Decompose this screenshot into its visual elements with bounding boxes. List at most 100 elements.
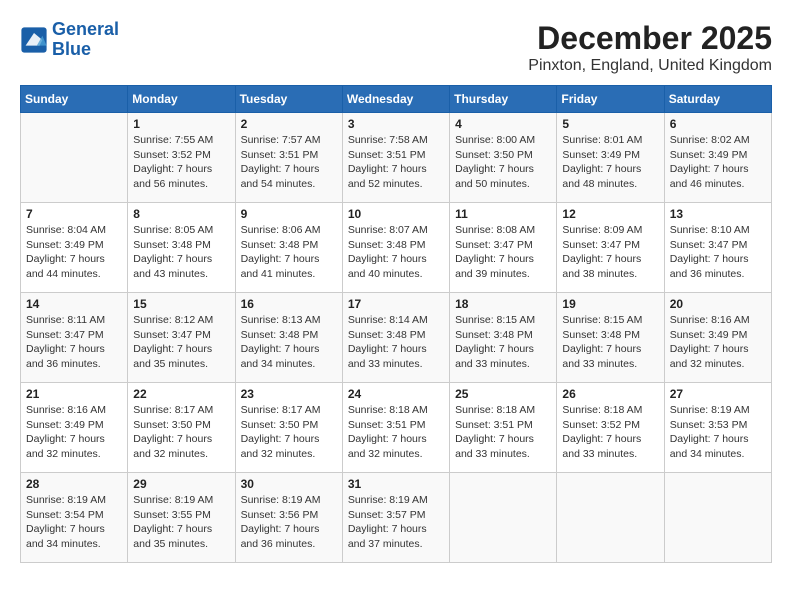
week-row-1: 1 Sunrise: 7:55 AM Sunset: 3:52 PM Daylig… xyxy=(21,113,772,203)
day-info: Sunrise: 8:06 AM Sunset: 3:48 PM Dayligh… xyxy=(241,223,337,282)
title-block: December 2025 Pinxton, England, United K… xyxy=(528,20,772,75)
day-info: Sunrise: 8:08 AM Sunset: 3:47 PM Dayligh… xyxy=(455,223,551,282)
calendar-cell: 18 Sunrise: 8:15 AM Sunset: 3:48 PM Dayli… xyxy=(450,293,557,383)
calendar-cell: 25Sunrise: 8:18 AM Sunset: 3:51 PM Dayli… xyxy=(450,383,557,473)
day-info: Sunrise: 8:00 AM Sunset: 3:50 PM Dayligh… xyxy=(455,133,551,192)
calendar-cell: 16 Sunrise: 8:13 AM Sunset: 3:48 PM Dayli… xyxy=(235,293,342,383)
day-number: 16 xyxy=(241,297,337,311)
calendar-cell: 17 Sunrise: 8:14 AM Sunset: 3:48 PM Dayli… xyxy=(342,293,449,383)
calendar-cell: 8 Sunrise: 8:05 AM Sunset: 3:48 PM Daylig… xyxy=(128,203,235,293)
day-info: Sunrise: 8:04 AM Sunset: 3:49 PM Dayligh… xyxy=(26,223,122,282)
calendar-cell: 28 Sunrise: 8:19 AM Sunset: 3:54 PM Dayli… xyxy=(21,473,128,563)
day-info: Sunrise: 8:19 AM Sunset: 3:57 PM Dayligh… xyxy=(348,493,444,552)
calendar-header-row: SundayMondayTuesdayWednesdayThursdayFrid… xyxy=(21,86,772,113)
day-number: 9 xyxy=(241,207,337,221)
day-number: 6 xyxy=(670,117,766,131)
day-number: 11 xyxy=(455,207,551,221)
day-number: 12 xyxy=(562,207,658,221)
calendar-cell: 3 Sunrise: 7:58 AM Sunset: 3:51 PM Daylig… xyxy=(342,113,449,203)
day-info: Sunrise: 8:05 AM Sunset: 3:48 PM Dayligh… xyxy=(133,223,229,282)
day-info: Sunrise: 8:18 AM Sunset: 3:51 PM Dayligh… xyxy=(348,403,444,462)
day-number: 30 xyxy=(241,477,337,491)
calendar-cell: 9 Sunrise: 8:06 AM Sunset: 3:48 PM Daylig… xyxy=(235,203,342,293)
calendar-cell: 22Sunrise: 8:17 AM Sunset: 3:50 PM Dayli… xyxy=(128,383,235,473)
day-number: 26 xyxy=(562,387,658,401)
day-info: Sunrise: 8:11 AM Sunset: 3:47 PM Dayligh… xyxy=(26,313,122,372)
day-number: 4 xyxy=(455,117,551,131)
day-number: 17 xyxy=(348,297,444,311)
day-info: Sunrise: 8:19 AM Sunset: 3:53 PM Dayligh… xyxy=(670,403,766,462)
calendar-table: SundayMondayTuesdayWednesdayThursdayFrid… xyxy=(20,85,772,563)
day-number: 7 xyxy=(26,207,122,221)
logo-icon xyxy=(20,26,48,54)
day-info: Sunrise: 8:15 AM Sunset: 3:48 PM Dayligh… xyxy=(562,313,658,372)
day-number: 8 xyxy=(133,207,229,221)
day-number: 24 xyxy=(348,387,444,401)
day-number: 28 xyxy=(26,477,122,491)
day-number: 27 xyxy=(670,387,766,401)
week-row-4: 21 Sunrise: 8:16 AM Sunset: 3:49 PM Dayli… xyxy=(21,383,772,473)
day-number: 25 xyxy=(455,387,551,401)
page-subtitle: Pinxton, England, United Kingdom xyxy=(528,57,772,75)
header-sunday: Sunday xyxy=(21,86,128,113)
calendar-cell: 27 Sunrise: 8:19 AM Sunset: 3:53 PM Dayli… xyxy=(664,383,771,473)
header-monday: Monday xyxy=(128,86,235,113)
day-number: 23 xyxy=(241,387,337,401)
day-number: 13 xyxy=(670,207,766,221)
calendar-cell: 23Sunrise: 8:17 AM Sunset: 3:50 PM Dayli… xyxy=(235,383,342,473)
week-row-5: 28 Sunrise: 8:19 AM Sunset: 3:54 PM Dayli… xyxy=(21,473,772,563)
logo: General Blue xyxy=(20,20,119,60)
calendar-cell: 12 Sunrise: 8:09 AM Sunset: 3:47 PM Dayli… xyxy=(557,203,664,293)
day-info: Sunrise: 7:57 AM Sunset: 3:51 PM Dayligh… xyxy=(241,133,337,192)
day-number: 5 xyxy=(562,117,658,131)
day-info: Sunrise: 7:55 AM Sunset: 3:52 PM Dayligh… xyxy=(133,133,229,192)
day-number: 21 xyxy=(26,387,122,401)
calendar-cell: 2 Sunrise: 7:57 AM Sunset: 3:51 PM Daylig… xyxy=(235,113,342,203)
day-info: Sunrise: 8:16 AM Sunset: 3:49 PM Dayligh… xyxy=(26,403,122,462)
day-info: Sunrise: 8:16 AM Sunset: 3:49 PM Dayligh… xyxy=(670,313,766,372)
day-number: 20 xyxy=(670,297,766,311)
day-info: Sunrise: 8:19 AM Sunset: 3:55 PM Dayligh… xyxy=(133,493,229,552)
header-saturday: Saturday xyxy=(664,86,771,113)
calendar-cell: 4 Sunrise: 8:00 AM Sunset: 3:50 PM Daylig… xyxy=(450,113,557,203)
calendar-cell: 1 Sunrise: 7:55 AM Sunset: 3:52 PM Daylig… xyxy=(128,113,235,203)
calendar-cell: 10Sunrise: 8:07 AM Sunset: 3:48 PM Dayli… xyxy=(342,203,449,293)
calendar-cell xyxy=(450,473,557,563)
calendar-cell: 19Sunrise: 8:15 AM Sunset: 3:48 PM Dayli… xyxy=(557,293,664,383)
calendar-cell: 30 Sunrise: 8:19 AM Sunset: 3:56 PM Dayli… xyxy=(235,473,342,563)
page-header: General Blue December 2025 Pinxton, Engl… xyxy=(20,20,772,75)
day-info: Sunrise: 8:19 AM Sunset: 3:56 PM Dayligh… xyxy=(241,493,337,552)
day-number: 1 xyxy=(133,117,229,131)
calendar-cell: 20 Sunrise: 8:16 AM Sunset: 3:49 PM Dayli… xyxy=(664,293,771,383)
calendar-cell: 5 Sunrise: 8:01 AM Sunset: 3:49 PM Daylig… xyxy=(557,113,664,203)
calendar-cell: 11 Sunrise: 8:08 AM Sunset: 3:47 PM Dayli… xyxy=(450,203,557,293)
day-info: Sunrise: 8:09 AM Sunset: 3:47 PM Dayligh… xyxy=(562,223,658,282)
day-info: Sunrise: 8:15 AM Sunset: 3:48 PM Dayligh… xyxy=(455,313,551,372)
day-number: 18 xyxy=(455,297,551,311)
calendar-cell: 7 Sunrise: 8:04 AM Sunset: 3:49 PM Daylig… xyxy=(21,203,128,293)
day-info: Sunrise: 8:02 AM Sunset: 3:49 PM Dayligh… xyxy=(670,133,766,192)
day-number: 2 xyxy=(241,117,337,131)
day-number: 10 xyxy=(348,207,444,221)
calendar-cell: 6 Sunrise: 8:02 AM Sunset: 3:49 PM Daylig… xyxy=(664,113,771,203)
logo-blue: Blue xyxy=(52,39,91,59)
calendar-cell xyxy=(557,473,664,563)
day-number: 3 xyxy=(348,117,444,131)
day-info: Sunrise: 8:19 AM Sunset: 3:54 PM Dayligh… xyxy=(26,493,122,552)
header-wednesday: Wednesday xyxy=(342,86,449,113)
logo-general: General xyxy=(52,19,119,39)
day-info: Sunrise: 8:13 AM Sunset: 3:48 PM Dayligh… xyxy=(241,313,337,372)
calendar-cell: 29Sunrise: 8:19 AM Sunset: 3:55 PM Dayli… xyxy=(128,473,235,563)
day-info: Sunrise: 8:14 AM Sunset: 3:48 PM Dayligh… xyxy=(348,313,444,372)
page-title: December 2025 xyxy=(528,20,772,57)
calendar-cell: 24 Sunrise: 8:18 AM Sunset: 3:51 PM Dayli… xyxy=(342,383,449,473)
calendar-cell: 21 Sunrise: 8:16 AM Sunset: 3:49 PM Dayli… xyxy=(21,383,128,473)
day-info: Sunrise: 8:01 AM Sunset: 3:49 PM Dayligh… xyxy=(562,133,658,192)
day-info: Sunrise: 7:58 AM Sunset: 3:51 PM Dayligh… xyxy=(348,133,444,192)
logo-text: General Blue xyxy=(52,20,119,60)
day-number: 31 xyxy=(348,477,444,491)
calendar-cell xyxy=(664,473,771,563)
day-number: 22 xyxy=(133,387,229,401)
calendar-cell: 14Sunrise: 8:11 AM Sunset: 3:47 PM Dayli… xyxy=(21,293,128,383)
header-thursday: Thursday xyxy=(450,86,557,113)
